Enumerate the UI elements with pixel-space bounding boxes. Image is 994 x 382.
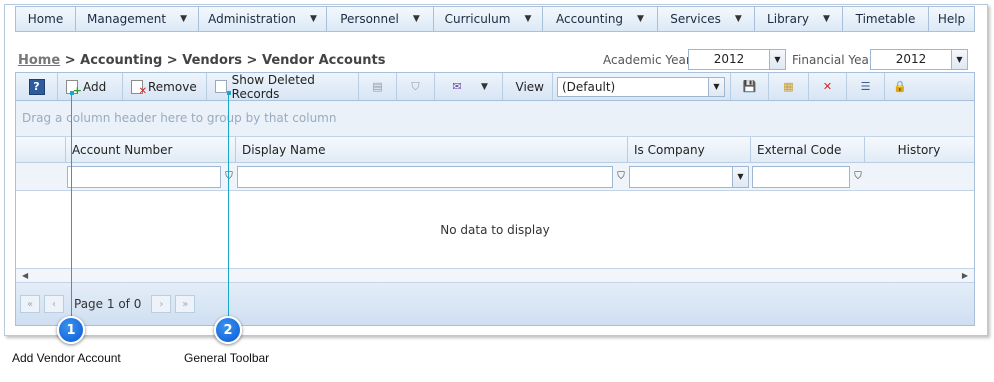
add-button[interactable]: Add: [58, 73, 123, 100]
menu-personnel[interactable]: Personnel ▼: [327, 7, 434, 31]
add-button-label: Add: [83, 79, 107, 94]
lock-button[interactable]: 🔒: [885, 73, 915, 100]
view-select-wrap: (Default) ▼: [553, 73, 731, 100]
view-select[interactable]: (Default) ▼: [557, 76, 725, 97]
menu-timetable[interactable]: Timetable: [843, 7, 929, 31]
menu-curriculum[interactable]: Curriculum ▼: [434, 7, 543, 31]
filter-icon[interactable]: ⛉: [850, 171, 866, 182]
chevron-down-icon[interactable]: ▼: [769, 50, 785, 69]
menu-library[interactable]: Library ▼: [755, 7, 843, 31]
callout-badge-1: 1: [57, 316, 85, 344]
breadcrumb-home-link[interactable]: Home: [18, 53, 60, 68]
horizontal-scrollbar[interactable]: ◀ ▶: [16, 268, 974, 283]
filter-button[interactable]: ⛉: [397, 73, 435, 100]
next-page-button[interactable]: ›: [151, 295, 172, 313]
display-name-filter-input[interactable]: [237, 165, 613, 188]
menu-administration[interactable]: Administration ▼: [199, 7, 327, 31]
callout-badge-2: 2: [214, 316, 242, 344]
list-settings-icon: ☰: [860, 80, 871, 93]
first-page-button[interactable]: «: [20, 295, 40, 313]
column-header-is-company[interactable]: Is Company: [628, 137, 751, 162]
view-label-item: View: [503, 73, 553, 100]
filter-icon[interactable]: ⛉: [221, 171, 237, 182]
view-label: View: [515, 79, 544, 94]
group-by-panel[interactable]: Drag a column header here to group by th…: [16, 101, 974, 137]
financial-year-label: Financial Year: [792, 53, 874, 67]
financial-year-select[interactable]: 2012 ▼: [870, 49, 968, 70]
remove-button[interactable]: Remove: [123, 73, 207, 100]
show-deleted-label: Show Deleted Records: [231, 72, 315, 101]
chevron-down-icon: ▼: [412, 14, 420, 24]
callout-line-2: [228, 93, 229, 317]
filter-icon: ⛉: [411, 79, 420, 93]
chevron-down-icon: ▼: [309, 14, 317, 24]
previous-page-button[interactable]: ‹: [44, 295, 64, 313]
page-indicator: Page 1 of 0: [74, 297, 142, 311]
lock-icon: 🔒: [893, 80, 907, 93]
chevron-down-icon: ▼: [180, 14, 187, 24]
menu-management[interactable]: Management ▼: [76, 7, 199, 31]
delete-view-icon: ✕: [822, 80, 833, 93]
main-menu: Home Management ▼ Administration ▼ Personn…: [15, 6, 975, 32]
filter-icon[interactable]: ⛉: [613, 171, 629, 182]
column-header-history[interactable]: History: [865, 137, 973, 162]
menu-help[interactable]: Help: [929, 7, 974, 31]
financial-year-value: 2012: [895, 52, 927, 66]
chevron-down-icon[interactable]: ▼: [732, 166, 748, 187]
menu-accounting[interactable]: Accounting ▼: [543, 7, 658, 31]
chevron-down-icon: ▼: [481, 81, 488, 92]
chevron-down-icon: ▼: [823, 14, 830, 24]
callout-label-1: Add Vendor Account: [12, 351, 121, 365]
delete-view-button[interactable]: ✕: [809, 73, 847, 100]
columns-icon: ▤: [372, 80, 383, 93]
export-icon: ✉: [452, 80, 462, 93]
account-number-filter-input[interactable]: [67, 165, 221, 188]
chevron-down-icon[interactable]: ▼: [708, 77, 724, 96]
save-view-button[interactable]: 💾: [731, 73, 769, 100]
external-code-filter-input[interactable]: [752, 165, 850, 188]
menu-home[interactable]: Home: [16, 7, 76, 31]
chevron-down-icon[interactable]: ▼: [951, 50, 967, 69]
general-toolbar: ? Add Remove Show Deleted Records ▤ ⛉ ✉ …: [16, 73, 974, 101]
save-icon: 💾: [742, 80, 757, 93]
help-icon: ?: [28, 78, 45, 95]
view-select-value: (Default): [562, 79, 616, 94]
view-settings-button[interactable]: ☰: [847, 73, 885, 100]
chevron-down-icon: ▼: [734, 14, 742, 24]
chevron-down-icon: ▼: [637, 14, 644, 24]
breadcrumb: Home > Accounting > Vendors > Vendor Acc…: [18, 53, 385, 68]
academic-year-label: Academic Year: [603, 53, 691, 67]
pager: « ‹ Page 1 of 0 › »: [16, 283, 974, 325]
new-view-button[interactable]: ▦: [769, 73, 809, 100]
filter-row: ⛉ ⛉ ▼ ⛉: [16, 163, 974, 191]
export-menu-button[interactable]: ✉ ▼: [435, 73, 503, 100]
show-deleted-toggle[interactable]: Show Deleted Records: [207, 72, 359, 101]
show-deleted-checkbox[interactable]: [215, 80, 227, 93]
callout-line-1: [71, 93, 72, 317]
new-view-icon: ▦: [783, 80, 794, 93]
remove-document-icon: [131, 79, 147, 97]
is-company-filter-select[interactable]: ▼: [629, 165, 749, 188]
remove-button-label: Remove: [148, 79, 197, 94]
chevron-down-icon: ▼: [524, 14, 532, 24]
callout-label-2: General Toolbar: [184, 351, 270, 365]
academic-year-value: 2012: [713, 52, 745, 66]
scroll-left-icon[interactable]: ◀: [22, 271, 28, 280]
scroll-right-icon[interactable]: ▶: [962, 271, 968, 280]
column-header-account-number[interactable]: Account Number: [66, 137, 236, 162]
menu-services[interactable]: Services ▼: [658, 7, 755, 31]
academic-year-select[interactable]: 2012 ▼: [688, 49, 786, 70]
column-header-row: Account Number Display Name Is Company E…: [16, 137, 974, 163]
help-button[interactable]: ?: [16, 73, 58, 100]
last-page-button[interactable]: »: [175, 295, 196, 313]
row-selector-header: [16, 137, 66, 162]
empty-grid-message: No data to display: [16, 191, 974, 268]
column-header-display-name[interactable]: Display Name: [236, 137, 628, 162]
breadcrumb-path: > Accounting > Vendors > Vendor Accounts: [60, 53, 386, 68]
column-header-external-code[interactable]: External Code: [751, 137, 865, 162]
vendor-accounts-grid: ? Add Remove Show Deleted Records ▤ ⛉ ✉ …: [15, 72, 975, 326]
column-chooser-button[interactable]: ▤: [359, 73, 397, 100]
